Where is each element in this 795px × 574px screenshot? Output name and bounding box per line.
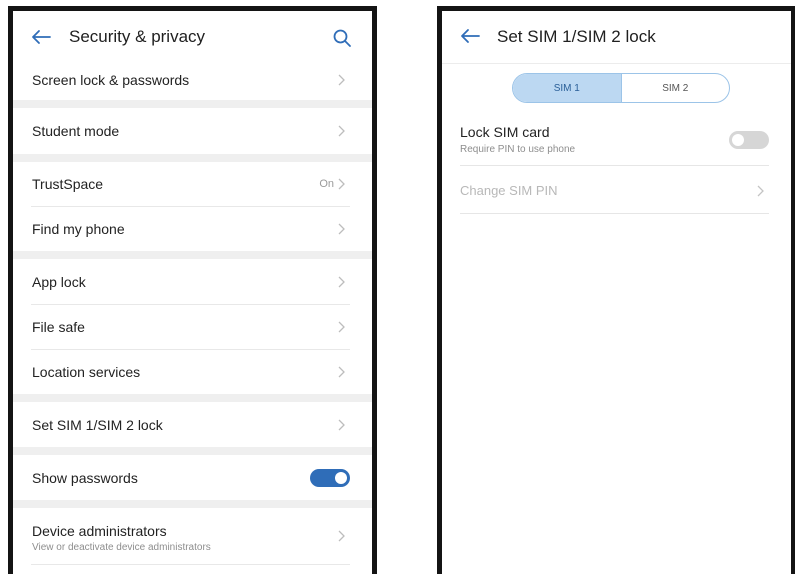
- menu-item-show-passwords[interactable]: Show passwords: [13, 455, 372, 500]
- security-privacy-screen: Security & privacy Screen lock & passwor…: [8, 6, 377, 574]
- sim-lock-screen: Set SIM 1/SIM 2 lock SIM 1 SIM 2 Lock SI…: [437, 6, 795, 574]
- menu-item-app-lock[interactable]: App lock: [13, 259, 372, 304]
- menu-item-sublabel: View or deactivate device administrators: [32, 542, 211, 553]
- group-separator: [13, 500, 372, 508]
- chevron-right-icon: [338, 321, 345, 333]
- page-title: Security & privacy: [69, 27, 206, 46]
- group-separator: [13, 447, 372, 455]
- menu-item-label: Set SIM 1/SIM 2 lock: [32, 416, 163, 433]
- lock-sim-card-label: Lock SIM card: [460, 124, 550, 140]
- change-sim-pin-label: Change SIM PIN: [460, 183, 558, 198]
- sim-tab-switcher: SIM 1 SIM 2: [512, 73, 730, 103]
- toggle-knob: [335, 471, 347, 484]
- trustspace-status: On: [319, 178, 334, 190]
- menu-item-label: File safe: [32, 319, 85, 335]
- menu-item-label: Find my phone: [32, 221, 125, 237]
- app-bar: Security & privacy: [13, 11, 372, 63]
- chevron-right-icon: [338, 419, 345, 430]
- back-arrow-icon[interactable]: [31, 29, 51, 45]
- lock-sim-card-toggle[interactable]: [729, 131, 769, 149]
- group-separator: [13, 394, 372, 402]
- menu-item-label: Show passwords: [32, 469, 138, 486]
- menu-item-location-services[interactable]: Location services: [13, 350, 372, 394]
- show-passwords-toggle[interactable]: [310, 468, 350, 487]
- back-arrow-icon[interactable]: [460, 28, 480, 44]
- lock-sim-card-sublabel: Require PIN to use phone: [460, 144, 576, 155]
- chevron-right-icon: [338, 530, 345, 542]
- menu-item-device-administrators[interactable]: Device administrators View or deactivate…: [13, 508, 372, 564]
- group-separator: [13, 154, 372, 162]
- menu-item-find-my-phone[interactable]: Find my phone: [13, 207, 372, 251]
- tab-sim-2[interactable]: SIM 2: [620, 74, 730, 102]
- menu-item-screen-lock[interactable]: Screen lock & passwords: [13, 60, 372, 100]
- chevron-right-icon: [338, 223, 345, 235]
- toggle-knob: [732, 134, 744, 146]
- menu-item-student-mode[interactable]: Student mode: [13, 108, 372, 154]
- chevron-right-icon: [757, 185, 764, 197]
- menu-item-label: Location services: [32, 364, 141, 380]
- tab-sim-1[interactable]: SIM 1: [513, 74, 621, 102]
- app-bar: Set SIM 1/SIM 2 lock: [442, 11, 791, 63]
- menu-item-label: Screen lock & passwords: [32, 72, 190, 88]
- menu-item-label: TrustSpace: [32, 176, 104, 192]
- group-separator: [13, 251, 372, 259]
- group-separator: [13, 100, 372, 108]
- row-divider: [460, 213, 769, 214]
- menu-item-label: Device administrators: [32, 523, 167, 539]
- menu-item-file-safe[interactable]: File safe: [13, 305, 372, 349]
- row-divider: [31, 564, 350, 565]
- chevron-right-icon: [338, 125, 345, 137]
- chevron-right-icon: [338, 178, 345, 190]
- chevron-right-icon: [338, 276, 345, 287]
- menu-item-sim-lock[interactable]: Set SIM 1/SIM 2 lock: [13, 402, 372, 447]
- page-title: Set SIM 1/SIM 2 lock: [497, 27, 656, 46]
- search-icon[interactable]: [332, 28, 352, 48]
- chevron-right-icon: [338, 74, 345, 86]
- app-bar-divider: [442, 63, 791, 64]
- menu-item-label: Student mode: [32, 123, 120, 139]
- menu-item-label: App lock: [32, 273, 86, 290]
- menu-item-trustspace[interactable]: TrustSpace On: [13, 162, 372, 206]
- chevron-right-icon: [338, 366, 345, 378]
- row-divider: [460, 165, 769, 166]
